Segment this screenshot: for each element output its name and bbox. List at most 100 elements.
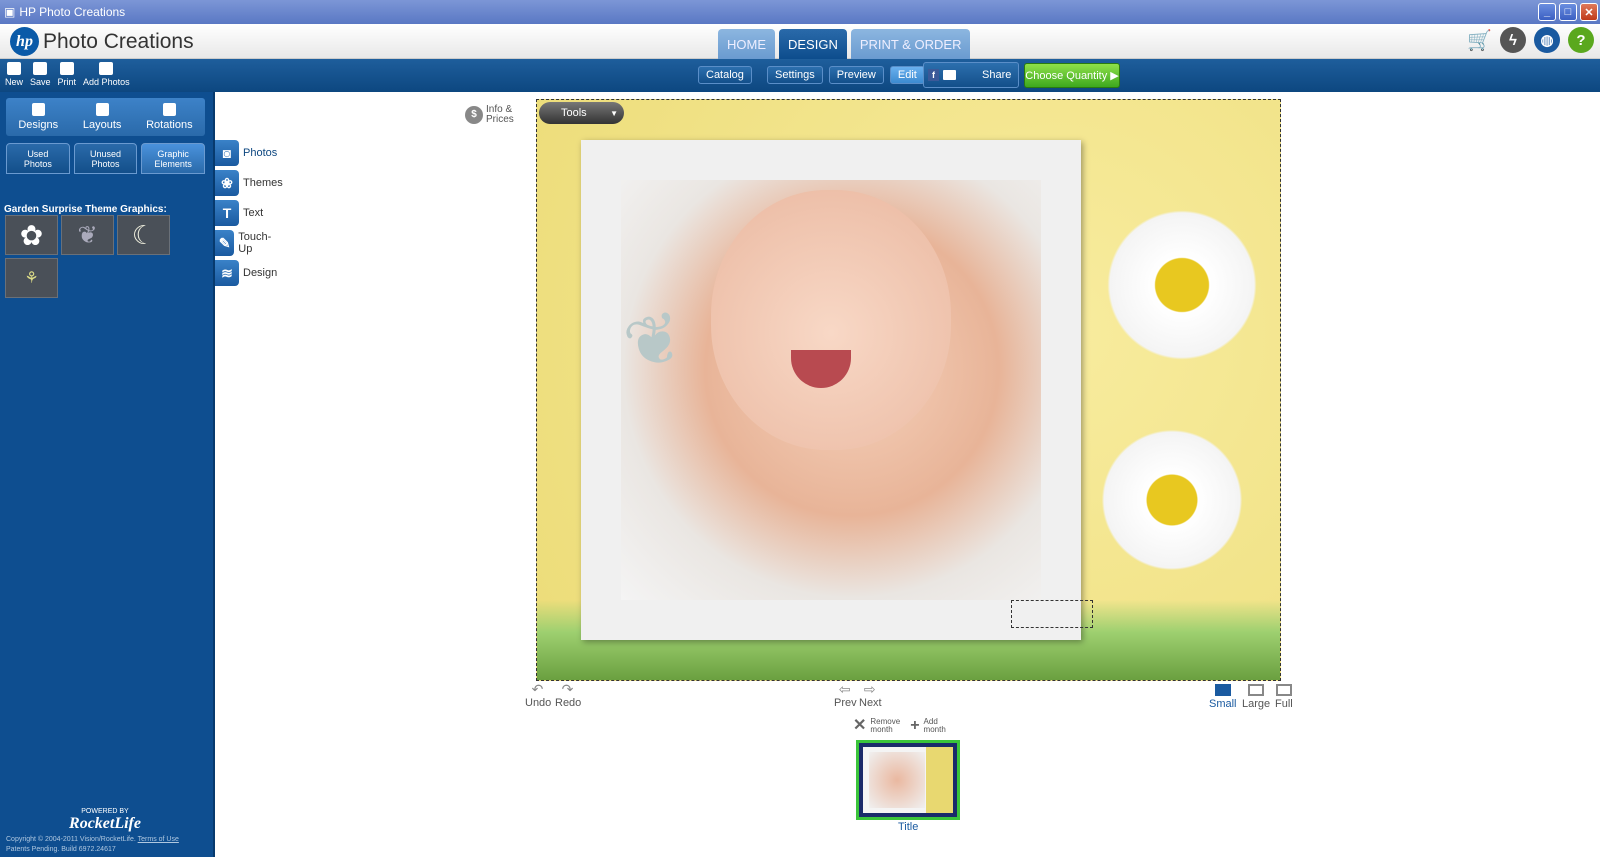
info-prices-button[interactable]: $ Info & Prices (465, 105, 514, 125)
app-header: hp Photo Creations HOME DESIGN PRINT & O… (0, 24, 1600, 59)
graphic-daisy-thumbnail[interactable]: ✿ (5, 215, 58, 255)
tab-home[interactable]: HOME (718, 29, 775, 59)
save-icon (33, 62, 48, 75)
layouts-icon (95, 103, 109, 116)
cart-icon[interactable]: 🛒 (1467, 28, 1492, 53)
graphic-moon-thumbnail[interactable]: ☾ (117, 215, 170, 255)
window-title-text: HP Photo Creations (19, 5, 126, 19)
maximize-button[interactable]: □ (1559, 3, 1577, 21)
rotations-tab[interactable]: Rotations (146, 103, 193, 131)
lightning-icon[interactable]: ϟ (1500, 27, 1526, 53)
terms-of-use-link[interactable]: Terms of Use (138, 836, 179, 843)
full-view-button[interactable]: Full (1275, 684, 1293, 710)
tab-design[interactable]: DESIGN (779, 29, 847, 59)
design-canvas[interactable]: ❦ Tools ▼ (536, 99, 1281, 681)
catalog-button[interactable]: Catalog (698, 66, 752, 84)
tools-menu[interactable]: Tools ▼ (539, 102, 624, 124)
graphic-leaf-thumbnail[interactable]: ❦ (61, 215, 114, 255)
side-tab-design[interactable]: ≋ Design (215, 260, 277, 286)
preview-button[interactable]: Preview (828, 66, 884, 84)
month-controls: ✕ Remove month + Add month (853, 718, 946, 734)
powered-by: POWERED BY RocketLife (50, 808, 160, 833)
remove-month-button[interactable]: ✕ Remove month (853, 718, 900, 734)
daisy-graphic[interactable] (1092, 420, 1252, 580)
left-panel: Designs Layouts Rotations Used Photos Un… (0, 92, 215, 857)
print-button[interactable]: Print (58, 62, 76, 87)
print-icon (59, 62, 74, 75)
thumbnail-photo (869, 752, 925, 808)
rotations-icon (162, 103, 176, 116)
themes-icon: ❀ (215, 170, 239, 196)
window-title: ▣ HP Photo Creations (4, 5, 125, 19)
settings-button[interactable]: Settings (767, 66, 823, 84)
undo-button[interactable]: ↶ Undo (525, 681, 551, 709)
help-icon[interactable]: ? (1568, 27, 1594, 53)
hp-logo-icon: hp (10, 27, 39, 56)
copyright: Copyright © 2004-2011 Vision/RocketLife.… (6, 836, 179, 853)
used-photos-tab[interactable]: Used Photos (6, 143, 70, 174)
graphic-elements-tab[interactable]: Graphic Elements (141, 143, 206, 174)
moon-icon: ☾ (131, 219, 156, 250)
design-icon: ≋ (215, 260, 239, 286)
app-name: Photo Creations (43, 29, 194, 53)
redo-icon: ↷ (561, 681, 574, 697)
canvas-controls: ↶ Undo ↷ Redo ⇦ Prev ⇨ Next Small Large Full (525, 681, 1295, 714)
remove-icon: ✕ (853, 717, 867, 734)
window-titlebar: ▣ HP Photo Creations _ □ ✕ (0, 0, 1600, 24)
side-tab-touch-up[interactable]: ✎ Touch-Up (215, 230, 276, 256)
daisy-icon: ✿ (19, 219, 44, 251)
graphic-flower-stem-thumbnail[interactable]: ⚘ (5, 258, 58, 298)
edit-button[interactable]: Edit (889, 66, 925, 84)
add-icon: + (910, 717, 920, 734)
camera-icon (99, 62, 114, 75)
close-button[interactable]: ✕ (1580, 3, 1598, 21)
flower-stem-icon: ⚘ (24, 270, 39, 287)
dropdown-arrow-icon: ▼ (610, 108, 618, 118)
tab-print-order[interactable]: PRINT & ORDER (850, 29, 971, 59)
small-view-button[interactable]: Small (1209, 684, 1237, 710)
facebook-icon: f (928, 69, 939, 81)
full-view-icon (1275, 684, 1292, 696)
minimize-button[interactable]: _ (1538, 3, 1556, 21)
dollar-icon: $ (465, 106, 483, 124)
mail-icon (943, 70, 956, 80)
globe-icon[interactable]: ◍ (1534, 27, 1560, 53)
camera-icon: ◙ (215, 140, 239, 166)
page-thumbnail[interactable] (856, 740, 960, 820)
page-thumbnail-preview (863, 747, 953, 813)
photo-frame[interactable] (581, 140, 1081, 640)
layouts-tab[interactable]: Layouts (83, 103, 121, 131)
side-tab-text[interactable]: T Text (215, 200, 263, 226)
leaf-icon: ❦ (77, 221, 98, 249)
undo-icon: ↶ (531, 681, 544, 697)
selection-box[interactable] (1011, 600, 1093, 628)
prev-button[interactable]: ⇦ Prev (834, 681, 857, 709)
app-window-icon: ▣ (4, 5, 16, 19)
baby-photo[interactable] (621, 180, 1041, 600)
large-view-icon (1248, 684, 1265, 696)
new-button[interactable]: New (5, 62, 23, 87)
side-tab-photos[interactable]: ◙ Photos (215, 140, 277, 166)
text-icon: T (215, 200, 239, 226)
next-button[interactable]: ⇨ Next (859, 681, 882, 709)
redo-button[interactable]: ↷ Redo (555, 681, 581, 709)
main-toolbar: New Save Print Add Photos Catalog Settin… (0, 59, 1600, 92)
app-logo: hp Photo Creations (10, 27, 194, 56)
small-view-icon (1214, 684, 1231, 696)
touch-up-icon: ✎ (215, 230, 235, 256)
share-button[interactable]: f Share (923, 62, 1019, 88)
choose-quantity-button[interactable]: Choose Quantity ▶ (1024, 63, 1120, 88)
left-arrow-icon: ⇦ (838, 681, 851, 697)
designs-tab[interactable]: Designs (18, 103, 58, 131)
new-icon (7, 62, 21, 75)
unused-photos-tab[interactable]: Unused Photos (73, 143, 138, 174)
save-button[interactable]: Save (30, 62, 51, 87)
daisy-graphic[interactable] (1097, 200, 1267, 370)
right-arrow-icon: ⇨ (863, 681, 876, 697)
theme-graphics-title: Garden Surprise Theme Graphics: (4, 204, 167, 215)
add-photos-button[interactable]: Add Photos (83, 62, 130, 87)
side-tab-themes[interactable]: ❀ Themes (215, 170, 283, 196)
add-month-button[interactable]: + Add month (910, 718, 946, 734)
play-arrow-icon: ▶ (1110, 70, 1119, 82)
large-view-button[interactable]: Large (1242, 684, 1270, 710)
